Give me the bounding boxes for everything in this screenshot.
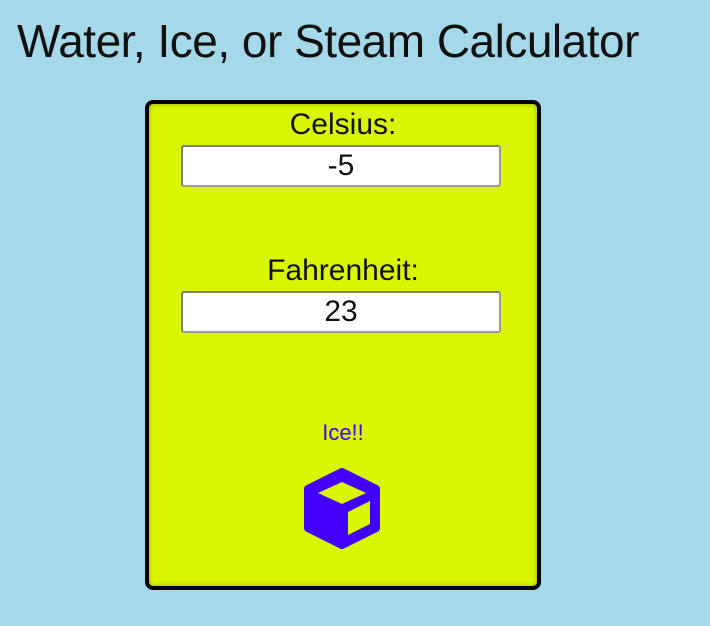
celsius-input[interactable]	[181, 145, 501, 187]
cube-icon	[304, 468, 380, 549]
fahrenheit-input[interactable]	[181, 291, 501, 333]
celsius-label: Celsius:	[289, 108, 397, 141]
page-title: Water, Ice, or Steam Calculator	[17, 15, 639, 67]
converter-panel: Celsius: Fahrenheit: Ice!!	[145, 100, 541, 590]
state-result-text: Ice!!	[322, 420, 364, 445]
fahrenheit-label: Fahrenheit:	[267, 254, 419, 287]
